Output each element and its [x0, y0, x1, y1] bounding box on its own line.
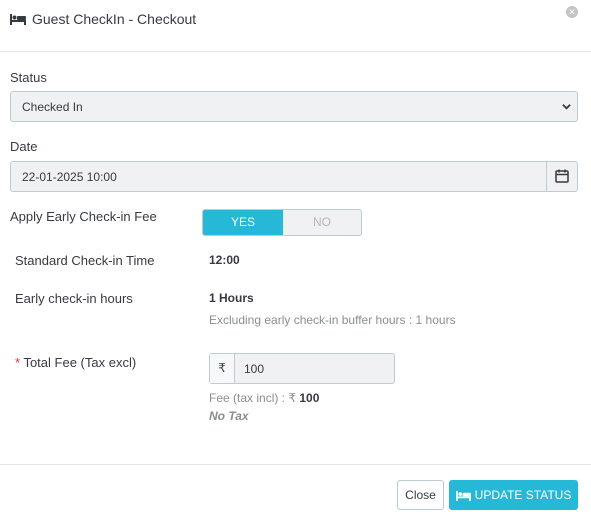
- date-input[interactable]: 22-01-2025 10:00: [10, 161, 578, 192]
- required-mark: *: [15, 355, 21, 370]
- early-fee-no-option[interactable]: NO: [283, 210, 361, 235]
- total-fee-value: 100: [244, 362, 265, 376]
- standard-checkin-label: Standard Check-in Time: [15, 253, 155, 268]
- currency-addon: ₹: [210, 354, 235, 383]
- update-status-button[interactable]: UPDATE STATUS: [449, 480, 578, 510]
- checkin-modal: Guest CheckIn - Checkout ✕ Status Checke…: [0, 0, 591, 521]
- status-select[interactable]: Checked In: [10, 91, 578, 122]
- early-fee-label: Apply Early Check-in Fee: [10, 209, 157, 224]
- total-fee-input[interactable]: ₹ 100: [209, 353, 395, 384]
- fee-tax-incl: Fee (tax incl) : ₹ 100: [209, 391, 319, 405]
- date-label: Date: [10, 139, 38, 154]
- update-status-label: UPDATE STATUS: [474, 488, 572, 502]
- modal-title-text: Guest CheckIn - Checkout: [32, 11, 197, 27]
- calendar-button[interactable]: [546, 162, 577, 191]
- early-hours-value: 1 Hours: [209, 291, 254, 305]
- total-fee-label-text: Total Fee (Tax excl): [23, 355, 137, 370]
- fee-tax-incl-value: 100: [299, 391, 320, 405]
- tax-note: No Tax: [209, 409, 249, 423]
- chevron-down-icon: [562, 104, 571, 110]
- close-button[interactable]: Close: [397, 480, 444, 510]
- early-fee-yes-option[interactable]: YES: [203, 210, 283, 235]
- calendar-icon: [555, 169, 569, 183]
- standard-checkin-value: 12:00: [209, 253, 240, 267]
- close-circle-icon[interactable]: ✕: [566, 6, 578, 18]
- early-fee-toggle: YES NO: [202, 209, 362, 236]
- bed-icon: [455, 490, 471, 501]
- total-fee-label: * Total Fee (Tax excl): [15, 355, 136, 370]
- early-hours-label: Early check-in hours: [15, 291, 133, 306]
- date-value: 22-01-2025 10:00: [22, 170, 117, 184]
- status-label: Status: [10, 70, 47, 85]
- status-selected-value: Checked In: [22, 100, 83, 114]
- fee-tax-incl-label: Fee (tax incl) : ₹: [209, 391, 296, 405]
- bed-icon: [10, 14, 26, 25]
- early-hours-help: Excluding early check-in buffer hours : …: [209, 313, 456, 327]
- modal-header: Guest CheckIn - Checkout ✕: [0, 0, 591, 52]
- modal-title: Guest CheckIn - Checkout: [10, 11, 196, 27]
